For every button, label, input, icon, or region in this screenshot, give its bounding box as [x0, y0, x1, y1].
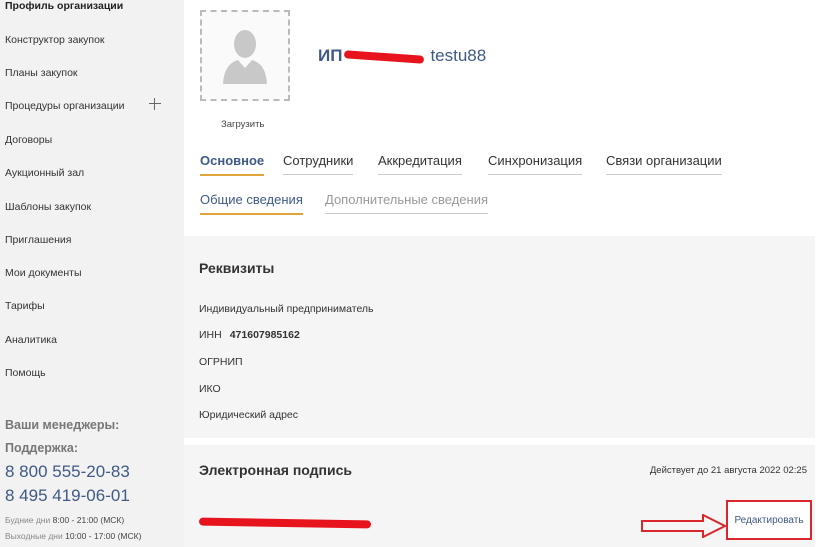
- sidebar-item-purchase-builder[interactable]: Конструктор закупок: [5, 34, 105, 46]
- upload-link[interactable]: Загрузить: [221, 119, 264, 130]
- sidebar-item-purchase-plans[interactable]: Планы закупок: [5, 67, 78, 79]
- weekend-label: Выходные дни: [5, 531, 63, 541]
- org-title: ИП testu88: [318, 46, 486, 66]
- weekend-time: 10:00 - 17:00 (МСК): [65, 531, 142, 541]
- weekday-time: 8:00 - 21:00 (МСК): [52, 515, 125, 525]
- weekday-label: Будние дни: [5, 515, 51, 525]
- entity-type: Индивидуальный предприниматель: [199, 303, 374, 315]
- iko-label: ИКО: [199, 383, 221, 395]
- subtab-additional-info[interactable]: Дополнительные сведения: [325, 192, 489, 214]
- sidebar-item-org-profile[interactable]: Профиль организации: [5, 0, 123, 12]
- sidebar: Профиль организации Конструктор закупок …: [0, 0, 178, 547]
- signature-owner: [198, 517, 372, 529]
- plus-icon[interactable]: [149, 98, 161, 110]
- tab-employees[interactable]: Сотрудники: [283, 153, 354, 175]
- sidebar-item-analytics[interactable]: Аналитика: [5, 334, 57, 346]
- managers-title: Ваши менеджеры:: [5, 418, 120, 432]
- redaction-mark: [198, 517, 372, 529]
- support-phone-2[interactable]: 8 495 419-06-01: [5, 486, 130, 506]
- edit-button[interactable]: Редактировать: [726, 500, 812, 540]
- org-title-prefix: ИП: [318, 46, 343, 65]
- requisites-section: Реквизиты Индивидуальный предприниматель…: [184, 236, 815, 438]
- sidebar-item-invitations[interactable]: Приглашения: [5, 234, 71, 246]
- tab-main[interactable]: Основное: [200, 153, 265, 176]
- main-content: Загрузить ИП testu88 Основное Сотрудники …: [184, 0, 819, 547]
- tab-sync[interactable]: Синхронизация: [488, 153, 583, 175]
- sidebar-item-contracts[interactable]: Договоры: [5, 134, 52, 146]
- address-label: Юридический адрес: [199, 409, 299, 421]
- user-silhouette-icon: [223, 30, 267, 84]
- sidebar-item-help[interactable]: Помощь: [5, 367, 46, 379]
- sidebar-item-org-procedures[interactable]: Процедуры организации: [5, 100, 124, 112]
- signature-title: Электронная подпись: [199, 462, 352, 478]
- redaction-mark: [344, 49, 425, 64]
- sidebar-item-my-documents[interactable]: Мои документы: [5, 267, 82, 279]
- ogrnip-label: ОГРНИП: [199, 356, 243, 368]
- sidebar-item-tariffs[interactable]: Тарифы: [5, 300, 45, 312]
- avatar-placeholder[interactable]: [200, 10, 290, 101]
- weekday-hours: Будние дни 8:00 - 21:00 (МСК): [5, 515, 124, 525]
- sidebar-item-auction-hall[interactable]: Аукционный зал: [5, 167, 84, 179]
- inn-value: 471607985162: [229, 329, 300, 341]
- subtab-general-info[interactable]: Общие сведения: [200, 192, 303, 215]
- inn-field: ИНН 471607985162: [199, 329, 300, 341]
- requisites-title: Реквизиты: [199, 260, 275, 276]
- tab-accreditation[interactable]: Аккредитация: [378, 153, 462, 175]
- support-title: Поддержка:: [5, 441, 78, 455]
- sidebar-item-purchase-templates[interactable]: Шаблоны закупок: [5, 201, 91, 213]
- support-phone-1[interactable]: 8 800 555-20-83: [5, 462, 130, 482]
- tab-org-links[interactable]: Связи организации: [606, 153, 722, 175]
- inn-label: ИНН: [199, 329, 222, 341]
- signature-valid-until: Действует до 21 августа 2022 02:25: [649, 465, 807, 476]
- arrow-right-icon: [641, 514, 727, 538]
- org-title-suffix: testu88: [430, 46, 487, 65]
- weekend-hours: Выходные дни 10:00 - 17:00 (МСК): [5, 531, 141, 541]
